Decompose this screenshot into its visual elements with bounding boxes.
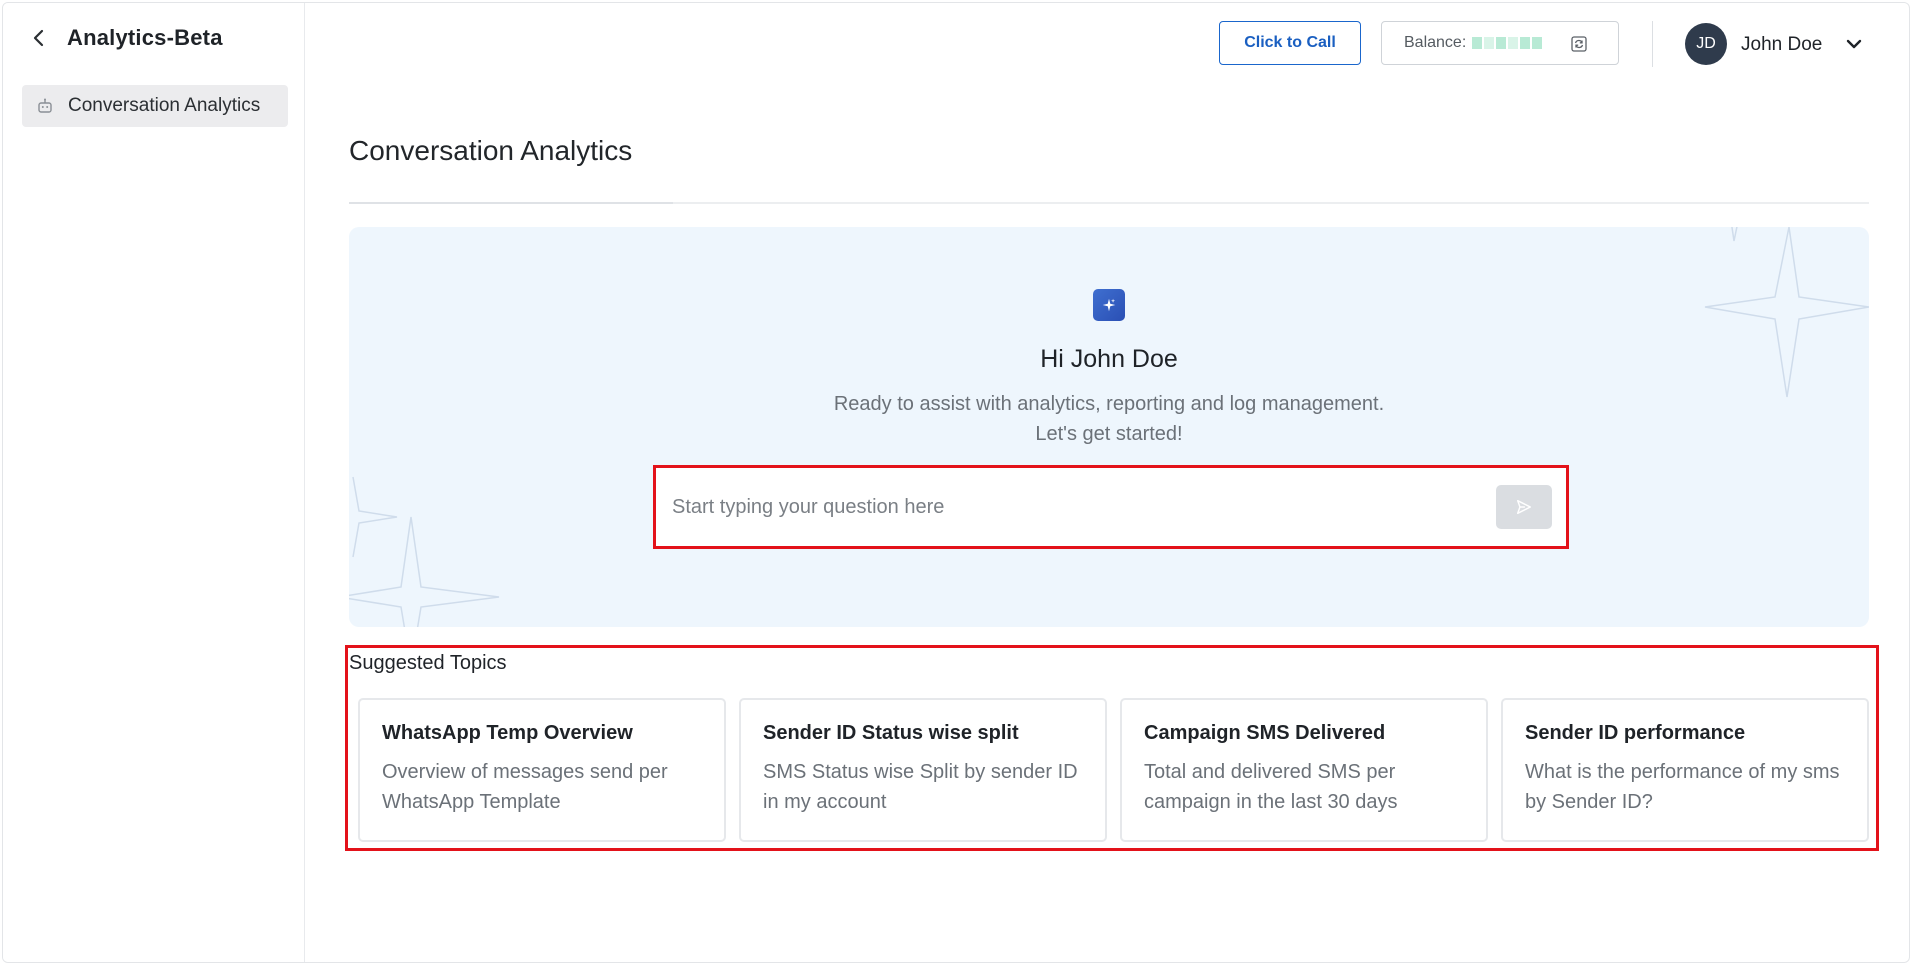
tab-underline bbox=[349, 202, 1869, 204]
topic-cards: WhatsApp Temp Overview Overview of messa… bbox=[358, 698, 1869, 842]
question-input-container bbox=[653, 465, 1569, 549]
balance-masked-value bbox=[1472, 36, 1543, 50]
sidebar: Analytics-Beta Conversation Analytics bbox=[3, 3, 305, 962]
user-name[interactable]: John Doe bbox=[1741, 34, 1822, 56]
send-button[interactable] bbox=[1496, 485, 1552, 529]
balance-label: Balance: bbox=[1404, 34, 1467, 51]
topic-card[interactable]: Sender ID performance What is the perfor… bbox=[1501, 698, 1869, 842]
question-input[interactable] bbox=[672, 482, 1462, 532]
back-arrow-icon[interactable] bbox=[29, 28, 49, 48]
topic-card-title: Sender ID performance bbox=[1525, 722, 1746, 744]
topic-card-description: Overview of messages send per WhatsApp T… bbox=[382, 761, 668, 813]
topic-card[interactable]: Campaign SMS Delivered Total and deliver… bbox=[1120, 698, 1488, 842]
send-icon bbox=[1516, 499, 1532, 515]
avatar[interactable]: JD bbox=[1685, 23, 1727, 65]
suggested-topics-section: Suggested Topics WhatsApp Temp Overview … bbox=[345, 645, 1879, 851]
subtitle-line: Let's get started! bbox=[1035, 423, 1183, 445]
topic-card[interactable]: Sender ID Status wise split SMS Status w… bbox=[739, 698, 1107, 842]
refresh-icon[interactable] bbox=[1570, 35, 1588, 53]
topic-card[interactable]: WhatsApp Temp Overview Overview of messa… bbox=[358, 698, 726, 842]
top-header: Click to Call Balance: JD John Doe bbox=[305, 3, 1909, 87]
subtitle-line: Ready to assist with analytics, reportin… bbox=[833, 393, 1385, 415]
decorative-star-icon bbox=[349, 476, 500, 627]
greeting-heading: Hi John Doe bbox=[1040, 345, 1178, 373]
suggested-topics-title: Suggested Topics bbox=[349, 652, 507, 674]
decorative-star-icon bbox=[1704, 227, 1869, 398]
sidebar-item-conversation-analytics[interactable]: Conversation Analytics bbox=[22, 85, 288, 127]
topic-card-description: SMS Status wise Split by sender ID in my… bbox=[763, 761, 1078, 813]
chevron-down-icon[interactable] bbox=[1843, 33, 1865, 55]
sparkle-icon bbox=[1093, 289, 1125, 321]
click-to-call-button[interactable]: Click to Call bbox=[1219, 21, 1361, 65]
sidebar-header: Analytics-Beta bbox=[29, 25, 223, 51]
app-title: Analytics-Beta bbox=[67, 25, 223, 50]
assistant-subtitle: Ready to assist with analytics, reportin… bbox=[349, 389, 1869, 449]
topic-card-description: Total and delivered SMS per campaign in … bbox=[1144, 761, 1398, 813]
header-divider bbox=[1652, 21, 1653, 67]
assistant-hero: Hi John Doe Ready to assist with analyti… bbox=[349, 227, 1869, 627]
app-window: Analytics-Beta Conversation Analytics Cl… bbox=[2, 2, 1910, 963]
robot-icon bbox=[36, 97, 54, 115]
topic-card-description: What is the performance of my sms by Sen… bbox=[1525, 761, 1840, 813]
balance-display: Balance: bbox=[1381, 21, 1619, 65]
topic-card-title: Sender ID Status wise split bbox=[763, 722, 1019, 744]
topic-card-title: WhatsApp Temp Overview bbox=[382, 722, 633, 744]
sidebar-item-label: Conversation Analytics bbox=[68, 95, 261, 116]
topic-card-title: Campaign SMS Delivered bbox=[1144, 722, 1386, 744]
page-title: Conversation Analytics bbox=[349, 135, 633, 166]
